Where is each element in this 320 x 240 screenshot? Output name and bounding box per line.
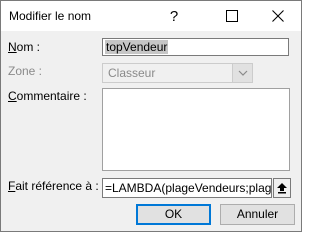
- title-bar[interactable]: Modifier le nom ?: [1, 1, 301, 31]
- comment-textarea[interactable]: [102, 88, 290, 171]
- zone-dropdown-button: [232, 64, 252, 82]
- name-input-value: topVendeur: [105, 40, 169, 54]
- name-label-accelerator: N: [8, 40, 17, 54]
- name-label: Nom :: [8, 40, 40, 54]
- ref-collapse-button[interactable]: [273, 178, 291, 198]
- ref-input-value: =LAMBDA(plageVendeurs;plage: [105, 181, 272, 195]
- close-icon: [272, 10, 284, 22]
- arrow-up-collapse-icon: [277, 182, 287, 193]
- close-button[interactable]: [255, 1, 301, 31]
- maximize-button[interactable]: [209, 1, 255, 31]
- cancel-button[interactable]: Annuler: [220, 204, 295, 225]
- dialog-title: Modifier le nom: [9, 9, 92, 23]
- name-label-text: om :: [16, 40, 41, 54]
- help-button[interactable]: ?: [151, 1, 197, 31]
- comment-label-text: ommentaire :: [16, 89, 87, 103]
- zone-select-value: Classeur: [108, 66, 156, 80]
- chevron-down-icon: [238, 70, 247, 76]
- comment-label-accelerator: C: [8, 89, 17, 103]
- ref-input[interactable]: =LAMBDA(plageVendeurs;plage: [102, 178, 272, 198]
- modify-name-dialog: Modifier le nom ? Nom : topVendeur Zone …: [0, 0, 302, 232]
- help-icon: ?: [169, 7, 179, 25]
- name-input[interactable]: topVendeur: [102, 38, 289, 56]
- comment-label: Commentaire :: [8, 89, 87, 103]
- maximize-icon: [226, 10, 238, 22]
- ref-label-text: ait référence à :: [15, 179, 99, 193]
- zone-label: Zone :: [8, 64, 43, 78]
- ref-label: Fait référence à :: [8, 179, 99, 193]
- zone-select: Classeur: [102, 63, 253, 83]
- ok-button[interactable]: OK: [136, 204, 211, 225]
